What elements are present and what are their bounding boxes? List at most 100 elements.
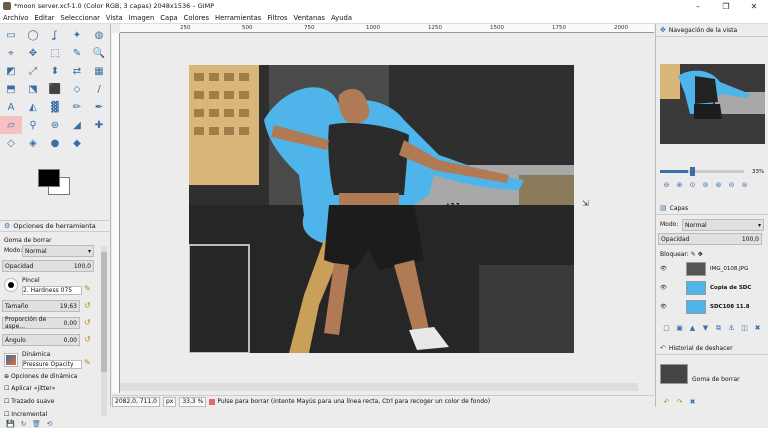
tool-button-14[interactable]: ▦ [88, 62, 110, 80]
zoom-in-icon[interactable]: ⊕ [673, 181, 686, 189]
tool-button-32[interactable]: ● [44, 134, 66, 152]
tool-button-8[interactable]: ✎ [66, 44, 88, 62]
navigation-header[interactable]: ✥ Navegación de la vista [656, 24, 768, 37]
maximize-button[interactable]: ❐ [712, 2, 740, 11]
tool-button-22[interactable]: ▓ [44, 98, 66, 116]
tool-button-30[interactable]: ◇ [0, 134, 22, 152]
tool-button-10[interactable]: ◩ [0, 62, 22, 80]
zoom-out-icon[interactable]: ⊖ [660, 181, 673, 189]
visibility-eye-icon[interactable]: 👁 [660, 266, 670, 272]
history-header[interactable]: ↶ Historial de deshacer [656, 342, 768, 355]
tool-button-25[interactable]: ▱ [0, 116, 22, 134]
navigation-zoom-slider[interactable] [660, 170, 744, 173]
tool-button-1[interactable]: ◯ [22, 26, 44, 44]
new-group-icon[interactable]: ▣ [673, 324, 686, 333]
tool-button-6[interactable]: ✥ [22, 44, 44, 62]
horizontal-scrollbar[interactable] [120, 383, 638, 391]
canvas-image[interactable]: ssillo [189, 65, 574, 353]
tool-button-11[interactable]: ⤢ [22, 62, 44, 80]
raise-layer-icon[interactable]: ▲ [686, 324, 699, 333]
clear-history-icon[interactable]: ✖ [686, 398, 699, 406]
tool-button-0[interactable]: ▭ [0, 26, 22, 44]
new-layer-icon[interactable]: ▢ [660, 324, 673, 333]
layer-row[interactable]: 👁 IMG_0108.JPG [660, 260, 767, 277]
tool-button-15[interactable]: ⬒ [0, 80, 22, 98]
brush-preview-icon[interactable] [4, 278, 18, 292]
angle-slider[interactable]: Ángulo 0,00 [2, 334, 80, 346]
tool-button-19[interactable]: / [88, 80, 110, 98]
zoom-revert-icon[interactable]: ⊜ [738, 181, 751, 189]
tool-button-5[interactable]: ⌖ [0, 44, 22, 62]
menu-filtros[interactable]: Filtros [267, 14, 287, 22]
tool-button-26[interactable]: ⚲ [22, 116, 44, 134]
reset-aspect-icon[interactable]: ↺ [84, 318, 91, 327]
tool-button-28[interactable]: ◢ [66, 116, 88, 134]
history-item[interactable]: Goma de borrar [692, 376, 740, 383]
layer-row[interactable]: 👁 Copia de SDC [660, 279, 767, 296]
dynamics-value[interactable]: Pressure Opacity [22, 360, 82, 369]
unit-select[interactable]: px [163, 396, 177, 407]
zoom-select[interactable]: 33,3 % [179, 396, 207, 407]
zoom-fit-icon[interactable]: ⊚ [699, 181, 712, 189]
edit-brush-icon[interactable]: ✎ [84, 284, 91, 293]
tool-button-33[interactable]: ◆ [66, 134, 88, 152]
menu-ayuda[interactable]: Ayuda [331, 14, 352, 22]
reset-size-icon[interactable]: ↺ [84, 301, 91, 310]
tool-button-7[interactable]: ⬚ [44, 44, 66, 62]
tool-button-21[interactable]: ◭ [22, 98, 44, 116]
duplicate-layer-icon[interactable]: ⧉ [712, 324, 725, 333]
zoom-shrink-icon[interactable]: ⊝ [725, 181, 738, 189]
navigation-preview[interactable] [660, 64, 765, 144]
tool-button-31[interactable]: ◈ [22, 134, 44, 152]
tool-button-16[interactable]: ⬔ [22, 80, 44, 98]
menu-ventanas[interactable]: Ventanas [294, 14, 325, 22]
minimize-button[interactable]: – [684, 2, 712, 11]
smooth-checkbox[interactable]: ☐ Trazado suave [4, 398, 105, 405]
lock-pixels-icon[interactable]: ✎ [691, 251, 696, 258]
tool-button-29[interactable]: ✚ [88, 116, 110, 134]
tool-button-4[interactable]: ◍ [88, 26, 110, 44]
opacity-slider[interactable]: Opacidad 100,0 [2, 260, 94, 272]
tool-options-tab[interactable]: ⚙ Opciones de herramienta [0, 220, 111, 232]
mode-select[interactable]: Normal ▾ [22, 245, 94, 257]
tool-button-18[interactable]: ⬦ [66, 80, 88, 98]
lower-layer-icon[interactable]: ▼ [699, 324, 712, 333]
menu-seleccionar[interactable]: Seleccionar [61, 14, 100, 22]
layers-header[interactable]: ▤ Capas [656, 202, 768, 215]
reset-options-icon[interactable]: ⟲ [43, 420, 56, 428]
menu-archivo[interactable]: Archivo [3, 14, 28, 22]
layer-row[interactable]: 👁 SDC108 11.8 [660, 298, 767, 315]
mask-layer-icon[interactable]: ◫ [738, 324, 751, 333]
menu-imagen[interactable]: Imagen [129, 14, 155, 22]
tool-button-13[interactable]: ⇄ [66, 62, 88, 80]
navigation-zoom-handle[interactable] [690, 167, 695, 176]
zoom-fill-icon[interactable]: ⊛ [712, 181, 725, 189]
brush-value[interactable]: 2. Hardness 075 [22, 286, 82, 295]
redo-icon[interactable]: ↷ [673, 398, 686, 406]
scrollbar-thumb[interactable] [101, 252, 107, 372]
tool-button-17[interactable]: ⬛ [44, 80, 66, 98]
save-options-icon[interactable]: 💾 [4, 420, 17, 428]
tool-options-scrollbar[interactable] [101, 246, 107, 416]
tool-button-20[interactable]: A [0, 98, 22, 116]
delete-layer-icon[interactable]: ✖ [751, 324, 764, 333]
size-slider[interactable]: Tamaño 19,63 [2, 300, 80, 312]
tool-button-23[interactable]: ✏ [66, 98, 88, 116]
jitter-checkbox[interactable]: ☐ Aplicar «jitter» [4, 385, 105, 392]
close-button[interactable]: ✕ [740, 2, 768, 11]
menu-editar[interactable]: Editar [34, 14, 54, 22]
visibility-eye-icon[interactable]: 👁 [660, 285, 670, 291]
tool-button-24[interactable]: ✒ [88, 98, 110, 116]
restore-options-icon[interactable]: ↻ [17, 420, 30, 428]
tool-button-3[interactable]: ✦ [66, 26, 88, 44]
menu-capa[interactable]: Capa [160, 14, 177, 22]
foreground-color-swatch[interactable] [38, 169, 60, 187]
visibility-eye-icon[interactable]: 👁 [660, 304, 670, 310]
edit-dynamics-icon[interactable]: ✎ [84, 358, 91, 367]
undo-icon[interactable]: ↶ [660, 398, 673, 406]
lock-position-icon[interactable]: ✥ [698, 251, 703, 258]
tool-button-9[interactable]: 🔍 [88, 44, 110, 62]
dynamics-icon[interactable] [4, 353, 18, 367]
layers-opacity-slider[interactable]: Opacidad 100,0 [658, 233, 762, 245]
reset-angle-icon[interactable]: ↺ [84, 335, 91, 344]
